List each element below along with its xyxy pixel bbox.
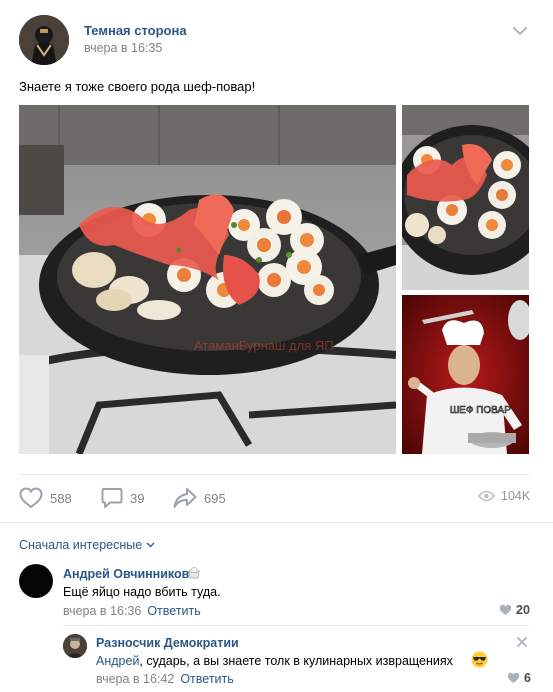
post-photo-main[interactable]: АтаманБурнаш для ЯП: [19, 105, 396, 454]
sunglasses-emoji-icon: [471, 651, 488, 668]
comments-count: 39: [130, 490, 145, 506]
post: Темная сторона вчера в 16:35 Знаете я то…: [0, 0, 553, 692]
group-avatar[interactable]: [19, 15, 69, 65]
reply-button[interactable]: Ответить: [147, 604, 200, 618]
share-button[interactable]: 695: [173, 487, 226, 509]
comment-text: Андрей, сударь, а вы знаете толк в кулин…: [96, 654, 453, 668]
comment-button[interactable]: 39: [101, 487, 144, 509]
divider: [63, 625, 529, 626]
emoji-icon: [186, 565, 202, 581]
post-text: Знаете я тоже своего рода шеф-повар!: [19, 79, 256, 94]
divider: [0, 522, 553, 523]
share-icon: [173, 488, 197, 508]
chevron-down-icon[interactable]: [511, 24, 529, 38]
close-icon[interactable]: [516, 636, 528, 648]
likes-count: 588: [50, 490, 72, 506]
post-photo-2[interactable]: [402, 105, 529, 290]
post-time[interactable]: вчера в 16:35: [84, 41, 162, 55]
comments-sort-label: Сначала интересные: [19, 538, 143, 552]
comment-text: Ещё яйцо надо вбить туда.: [63, 585, 221, 599]
comment-mention[interactable]: Андрей: [96, 654, 139, 668]
heart-icon: [19, 487, 43, 509]
comment-likes-count: 20: [516, 603, 530, 617]
meme-caption: ШЕФ ПОВАР: [450, 405, 511, 416]
eye-icon: [478, 490, 495, 502]
comment-text-body: , сударь, а вы знаете толк в кулинарных …: [139, 654, 453, 668]
comment-meta: вчера в 16:42 Ответить: [96, 672, 234, 686]
comment-meta: вчера в 16:36 Ответить: [63, 604, 201, 618]
comment-time[interactable]: вчера в 16:36: [63, 604, 141, 618]
comment-like-button[interactable]: 20: [499, 603, 530, 617]
group-name[interactable]: Темная сторона: [84, 23, 187, 38]
comment-avatar[interactable]: [63, 634, 87, 658]
post-photo-3-meme[interactable]: ШЕФ ПОВАР: [402, 295, 529, 454]
like-button[interactable]: 588: [19, 487, 72, 509]
comment-like-button[interactable]: 6: [507, 671, 531, 685]
photo-watermark: АтаманБурнаш для ЯП: [194, 338, 334, 353]
views-count: 104K: [501, 489, 531, 503]
comment-author[interactable]: Андрей Овчинников: [63, 567, 189, 581]
comment-author[interactable]: Разносчик Демократии: [96, 636, 239, 650]
comment-icon: [101, 488, 123, 508]
comments-sort-dropdown[interactable]: Сначала интересные: [19, 538, 155, 552]
reply-button[interactable]: Ответить: [180, 672, 233, 686]
divider: [19, 474, 529, 475]
comment-avatar[interactable]: [19, 564, 53, 598]
views-counter: 104K: [478, 489, 530, 503]
shares-count: 695: [204, 490, 226, 506]
heart-small-icon: [499, 604, 512, 615]
comment-likes-count: 6: [524, 671, 531, 685]
heart-small-icon: [507, 672, 520, 683]
chevron-down-icon: [146, 542, 155, 548]
comment-time[interactable]: вчера в 16:42: [96, 672, 174, 686]
